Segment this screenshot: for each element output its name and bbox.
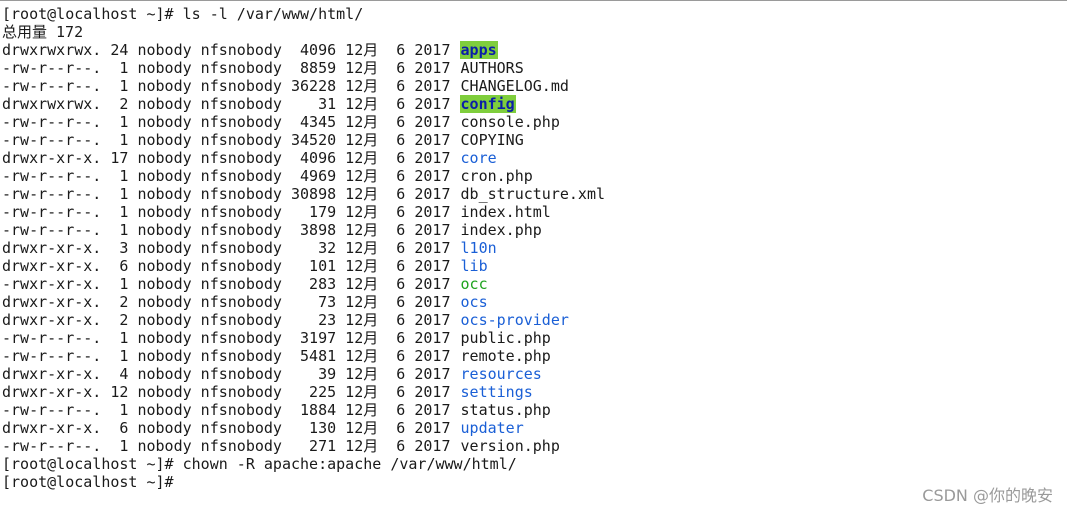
ls-entry-row: drwxr-xr-x. 2 nobody nfsnobody 73 12月 6 … [2, 293, 1062, 311]
file-metadata: drwxr-xr-x. 6 nobody nfsnobody 130 12月 6… [2, 419, 460, 437]
file-metadata: -rw-r--r--. 1 nobody nfsnobody 8859 12月 … [2, 59, 460, 77]
file-name: console.php [460, 113, 560, 131]
file-name: index.html [460, 203, 551, 221]
file-metadata: drwxr-xr-x. 17 nobody nfsnobody 4096 12月… [2, 149, 460, 167]
ls-entry-row: -rw-r--r--. 1 nobody nfsnobody 179 12月 6… [2, 203, 1062, 221]
file-metadata: drwxr-xr-x. 2 nobody nfsnobody 73 12月 6 … [2, 293, 460, 311]
file-metadata: -rwxr-xr-x. 1 nobody nfsnobody 283 12月 6… [2, 275, 460, 293]
file-metadata: -rw-r--r--. 1 nobody nfsnobody 30898 12月… [2, 185, 460, 203]
file-metadata: drwxr-xr-x. 12 nobody nfsnobody 225 12月 … [2, 383, 460, 401]
file-metadata: drwxr-xr-x. 3 nobody nfsnobody 32 12月 6 … [2, 239, 460, 257]
file-metadata: -rw-r--r--. 1 nobody nfsnobody 36228 12月… [2, 77, 460, 95]
file-metadata: drwxrwxrwx. 24 nobody nfsnobody 4096 12月… [2, 41, 460, 59]
ls-entry-row: -rw-r--r--. 1 nobody nfsnobody 34520 12月… [2, 131, 1062, 149]
file-metadata: -rw-r--r--. 1 nobody nfsnobody 5481 12月 … [2, 347, 460, 365]
file-metadata: drwxr-xr-x. 4 nobody nfsnobody 39 12月 6 … [2, 365, 460, 383]
file-name: ocs-provider [460, 311, 569, 329]
file-metadata: -rw-r--r--. 1 nobody nfsnobody 3197 12月 … [2, 329, 460, 347]
file-metadata: drwxr-xr-x. 6 nobody nfsnobody 101 12月 6… [2, 257, 460, 275]
file-name: apps [459, 41, 498, 59]
file-metadata: -rw-r--r--. 1 nobody nfsnobody 4345 12月 … [2, 113, 460, 131]
ls-entry-row: -rw-r--r--. 1 nobody nfsnobody 271 12月 6… [2, 437, 1062, 455]
file-metadata: -rw-r--r--. 1 nobody nfsnobody 1884 12月 … [2, 401, 460, 419]
terminal-output: [root@localhost ~]# ls -l /var/www/html/… [2, 5, 1062, 491]
output-line: 总用量 172 [2, 23, 84, 41]
file-name: resources [460, 365, 542, 383]
file-name: public.php [460, 329, 551, 347]
file-name: remote.php [460, 347, 551, 365]
ls-entry-row: -rw-r--r--. 1 nobody nfsnobody 3898 12月 … [2, 221, 1062, 239]
ls-entry-row: -rw-r--r--. 1 nobody nfsnobody 4969 12月 … [2, 167, 1062, 185]
file-name: index.php [460, 221, 542, 239]
window-top-border [0, 0, 1067, 1]
ls-entry-row: drwxr-xr-x. 6 nobody nfsnobody 130 12月 6… [2, 419, 1062, 437]
file-metadata: -rw-r--r--. 1 nobody nfsnobody 179 12月 6… [2, 203, 460, 221]
ls-entry-row: drwxr-xr-x. 6 nobody nfsnobody 101 12月 6… [2, 257, 1062, 275]
file-name: config [459, 95, 516, 113]
ls-entry-row: drwxrwxrwx. 24 nobody nfsnobody 4096 12月… [2, 41, 1062, 59]
file-name: settings [460, 383, 533, 401]
file-metadata: -rw-r--r--. 1 nobody nfsnobody 34520 12月… [2, 131, 460, 149]
file-metadata: -rw-r--r--. 1 nobody nfsnobody 271 12月 6… [2, 437, 460, 455]
ls-entry-row: drwxr-xr-x. 2 nobody nfsnobody 23 12月 6 … [2, 311, 1062, 329]
file-metadata: drwxr-xr-x. 2 nobody nfsnobody 23 12月 6 … [2, 311, 460, 329]
file-name: cron.php [460, 167, 533, 185]
shell-prompt: [root@localhost ~]# [2, 473, 183, 491]
file-name: AUTHORS [460, 59, 524, 77]
file-name: version.php [460, 437, 560, 455]
ls-entry-row: -rw-r--r--. 1 nobody nfsnobody 30898 12月… [2, 185, 1062, 203]
file-metadata: drwxrwxrwx. 2 nobody nfsnobody 31 12月 6 … [2, 95, 460, 113]
file-name: lib [460, 257, 488, 275]
ls-entry-row: drwxr-xr-x. 3 nobody nfsnobody 32 12月 6 … [2, 239, 1062, 257]
ls-entry-row: -rw-r--r--. 1 nobody nfsnobody 3197 12月 … [2, 329, 1062, 347]
ls-entry-row: -rw-r--r--. 1 nobody nfsnobody 4345 12月 … [2, 113, 1062, 131]
file-metadata: -rw-r--r--. 1 nobody nfsnobody 3898 12月 … [2, 221, 460, 239]
text-cursor[interactable] [183, 474, 192, 489]
command-line: [root@localhost ~]# ls -l /var/www/html/ [2, 5, 364, 23]
file-name: l10n [460, 239, 497, 257]
ls-entry-row: drwxr-xr-x. 4 nobody nfsnobody 39 12月 6 … [2, 365, 1062, 383]
ls-entry-row: drwxr-xr-x. 17 nobody nfsnobody 4096 12月… [2, 149, 1062, 167]
file-name: updater [460, 419, 524, 437]
file-name: db_structure.xml [460, 185, 606, 203]
file-name: status.php [460, 401, 551, 419]
ls-entry-row: drwxrwxrwx. 2 nobody nfsnobody 31 12月 6 … [2, 95, 1062, 113]
ls-entry-row: -rwxr-xr-x. 1 nobody nfsnobody 283 12月 6… [2, 275, 1062, 293]
shell-prompt-line: [root@localhost ~]# [2, 473, 1062, 491]
file-name: ocs [460, 293, 488, 311]
file-name: COPYING [460, 131, 524, 149]
ls-entry-row: -rw-r--r--. 1 nobody nfsnobody 5481 12月 … [2, 347, 1062, 365]
terminal-window[interactable]: [root@localhost ~]# ls -l /var/www/html/… [0, 0, 1067, 515]
command-line: [root@localhost ~]# chown -R apache:apac… [2, 455, 517, 473]
ls-entry-row: -rw-r--r--. 1 nobody nfsnobody 8859 12月 … [2, 59, 1062, 77]
file-name: core [460, 149, 497, 167]
ls-entry-row: -rw-r--r--. 1 nobody nfsnobody 1884 12月 … [2, 401, 1062, 419]
file-name: occ [460, 275, 488, 293]
ls-entry-row: -rw-r--r--. 1 nobody nfsnobody 36228 12月… [2, 77, 1062, 95]
ls-entry-row: drwxr-xr-x. 12 nobody nfsnobody 225 12月 … [2, 383, 1062, 401]
file-name: CHANGELOG.md [460, 77, 569, 95]
watermark: CSDN @你的晚安 [922, 486, 1053, 505]
file-metadata: -rw-r--r--. 1 nobody nfsnobody 4969 12月 … [2, 167, 460, 185]
